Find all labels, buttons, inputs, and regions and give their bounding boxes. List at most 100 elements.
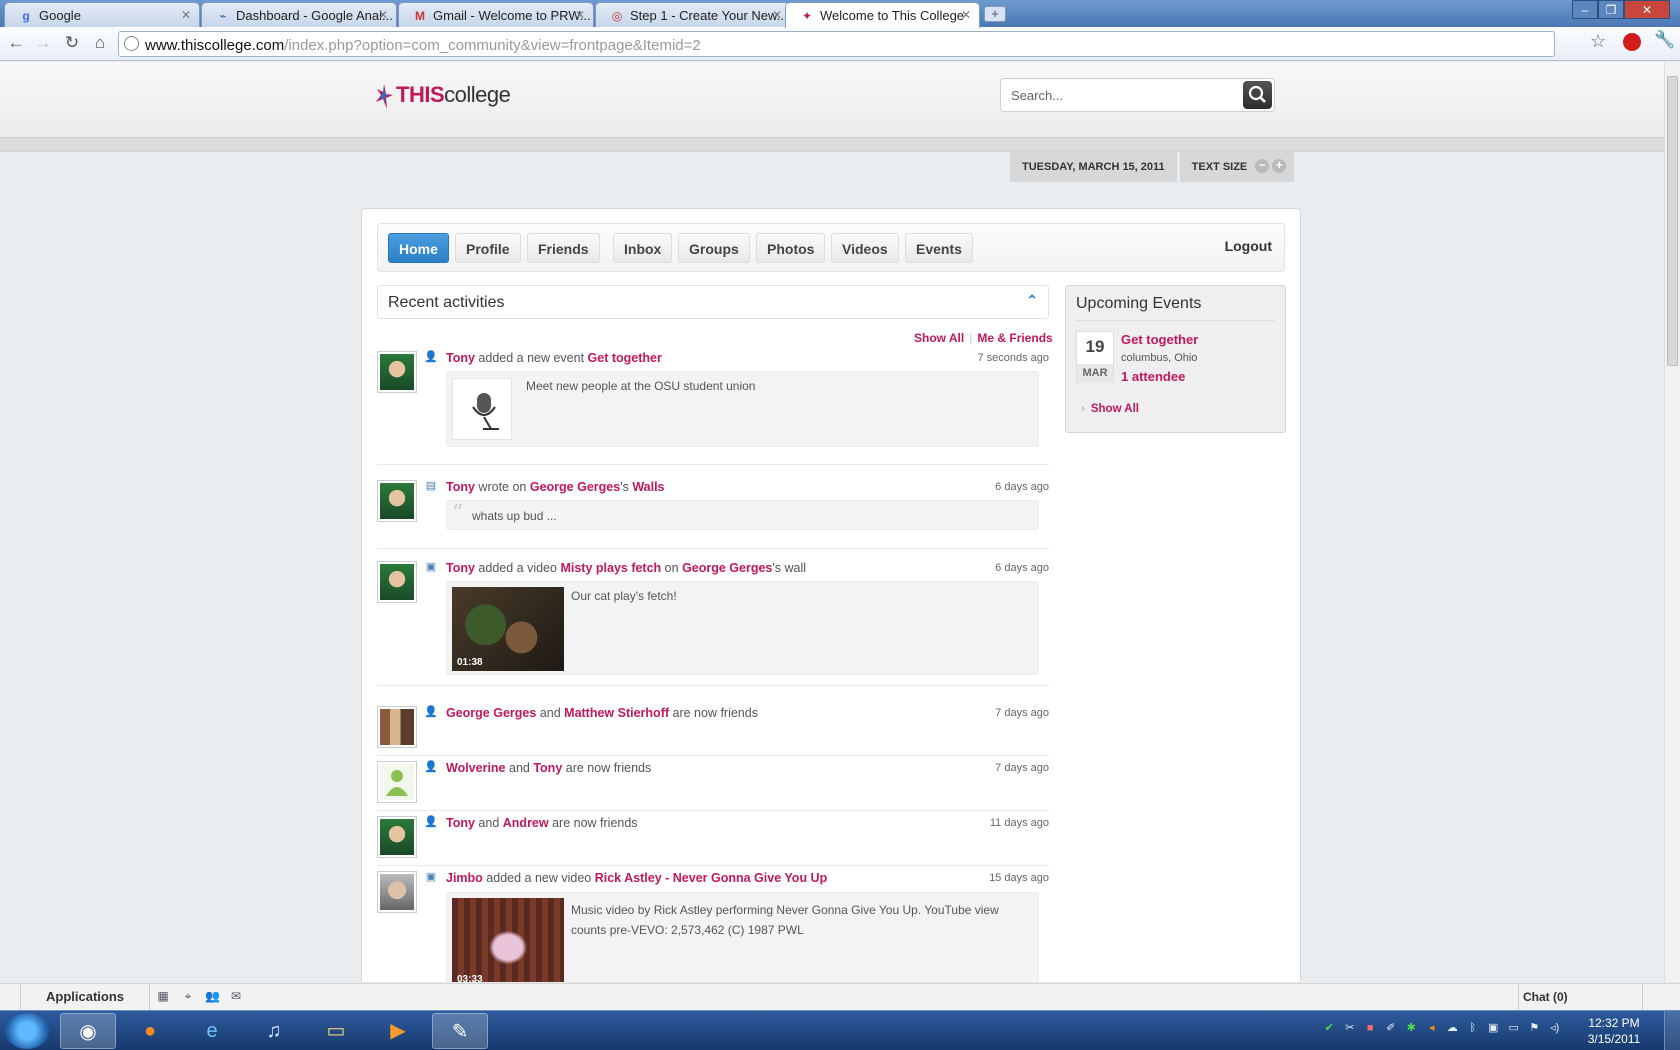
video-thumbnail[interactable]: 01:38 xyxy=(452,587,564,671)
event-thumbnail[interactable] xyxy=(452,378,512,440)
video-thumbnail[interactable]: 03:33 xyxy=(452,898,564,982)
analytics-favicon-icon: ⌁ xyxy=(219,9,227,23)
network-icon[interactable]: ▭ xyxy=(1507,1021,1522,1036)
action-center-flag-icon[interactable]: ⚑ xyxy=(1527,1021,1542,1036)
avatar[interactable] xyxy=(377,480,417,522)
back-arrow-icon[interactable]: ← xyxy=(6,33,26,53)
tab-videos[interactable]: Videos xyxy=(831,233,899,263)
target-link[interactable]: Walls xyxy=(632,480,664,494)
bookmark-star-icon[interactable]: ☆ xyxy=(1590,31,1606,52)
tab-home[interactable]: Home xyxy=(388,233,449,263)
tab-photos[interactable]: Photos xyxy=(756,233,826,263)
close-tab-icon[interactable]: ✕ xyxy=(575,8,585,22)
maximize-window-button[interactable]: ❐ xyxy=(1598,0,1624,19)
target-link[interactable]: Misty plays fetch xyxy=(560,561,661,575)
decrease-text-size-button[interactable]: − xyxy=(1255,159,1270,173)
extension-stop-icon[interactable] xyxy=(1623,33,1641,51)
wrench-icon[interactable]: 🔧 xyxy=(1654,30,1675,50)
search-button[interactable] xyxy=(1243,81,1272,109)
tab-profile[interactable]: Profile xyxy=(455,233,521,263)
show-desktop-button[interactable] xyxy=(1664,1011,1680,1050)
target-link[interactable]: Get together xyxy=(588,351,662,365)
events-show-all-link[interactable]: Show All xyxy=(1081,403,1139,415)
filter-me-and-friends-link[interactable]: Me & Friends xyxy=(977,331,1052,345)
bluetooth-icon[interactable]: ᛒ xyxy=(1466,1021,1481,1036)
target-link[interactable]: Rick Astley - Never Gonna Give You Up xyxy=(595,871,827,885)
target-link[interactable]: George Gerges xyxy=(530,480,620,494)
friends-icon[interactable]: 👥 xyxy=(205,990,220,1003)
mail-icon[interactable]: ✉ xyxy=(229,990,243,1003)
avatar[interactable] xyxy=(377,706,417,748)
tab-friends[interactable]: Friends xyxy=(527,233,600,263)
close-tab-icon[interactable]: ✕ xyxy=(378,8,388,22)
media-player-taskbar-icon[interactable]: ▶ xyxy=(370,1013,426,1049)
browser-tab-step1[interactable]: ◎ Step 1 - Create Your New... ✕ xyxy=(595,2,791,27)
tray-app-icon[interactable]: ■ xyxy=(1363,1021,1378,1036)
tray-volume-warning-icon[interactable]: ◂ xyxy=(1425,1021,1440,1036)
actor-link[interactable]: Tony xyxy=(446,561,475,575)
avatar[interactable] xyxy=(377,351,417,393)
tray-tool-icon[interactable]: ✂ xyxy=(1343,1021,1358,1036)
avatar[interactable] xyxy=(377,761,417,803)
event-attendees-link[interactable]: 1 attendee xyxy=(1121,369,1185,384)
close-tab-icon[interactable]: ✕ xyxy=(181,8,191,22)
paint-taskbar-icon[interactable]: ✎ xyxy=(432,1013,488,1049)
tray-cloud-icon[interactable]: ☁ xyxy=(1445,1021,1460,1036)
actor-link[interactable]: Tony xyxy=(446,816,475,830)
chrome-taskbar-icon[interactable]: ◉ xyxy=(60,1013,116,1049)
avatar[interactable] xyxy=(377,561,417,603)
scrollbar-thumb[interactable] xyxy=(1667,76,1678,366)
applications-button[interactable]: Applications xyxy=(20,984,150,1010)
system-clock[interactable]: 12:32 PM 3/15/2011 xyxy=(1574,1015,1654,1047)
browser-tab-analytics[interactable]: ⌁ Dashboard - Google Anal... ✕ xyxy=(201,2,397,27)
close-tab-icon[interactable]: ✕ xyxy=(961,8,971,22)
firefox-taskbar-icon[interactable]: ● xyxy=(122,1013,178,1049)
search-input[interactable] xyxy=(1002,80,1242,110)
event-title-link[interactable]: Get together xyxy=(1121,332,1198,347)
chevron-up-icon[interactable]: ⌃ xyxy=(1026,292,1038,309)
browser-tab-gmail[interactable]: M Gmail - Welcome to PRW... ✕ xyxy=(398,2,594,27)
itunes-taskbar-icon[interactable]: ♫ xyxy=(246,1013,302,1049)
browser-tab-thiscollege[interactable]: ✦ Welcome to This College ✕ xyxy=(785,2,980,28)
home-icon[interactable]: ⌂ xyxy=(90,33,110,53)
avatar[interactable] xyxy=(377,816,417,858)
new-tab-button[interactable]: + xyxy=(984,6,1006,22)
avatar[interactable] xyxy=(377,871,417,913)
reload-icon[interactable]: ↻ xyxy=(62,33,82,53)
close-window-button[interactable]: ✕ xyxy=(1624,0,1670,19)
start-button[interactable] xyxy=(5,1013,49,1049)
tray-status-icon[interactable]: ✔ xyxy=(1322,1021,1337,1036)
forward-arrow-icon[interactable]: → xyxy=(33,33,53,53)
tab-groups[interactable]: Groups xyxy=(678,233,750,263)
tab-events[interactable]: Events xyxy=(905,233,973,263)
actor-link[interactable]: Wolverine xyxy=(446,761,506,775)
tray-pen-icon[interactable]: ✐ xyxy=(1384,1021,1399,1036)
actor-link[interactable]: Tony xyxy=(446,480,475,494)
close-tab-icon[interactable]: ✕ xyxy=(772,8,782,22)
actor-link[interactable]: George Gerges xyxy=(446,706,536,720)
logout-link[interactable]: Logout xyxy=(1225,238,1272,254)
increase-text-size-button[interactable]: + xyxy=(1272,159,1287,173)
filter-show-all-link[interactable]: Show All xyxy=(914,331,964,345)
target-link[interactable]: Tony xyxy=(533,761,562,775)
notifications-icon[interactable]: ▦ xyxy=(156,990,170,1003)
explorer-folder-taskbar-icon[interactable]: ▭ xyxy=(308,1013,364,1049)
tray-security-icon[interactable]: ✱ xyxy=(1404,1021,1419,1036)
tray-device-icon[interactable]: ▣ xyxy=(1486,1021,1501,1036)
minimize-window-button[interactable]: – xyxy=(1572,0,1598,19)
activity-suffix: are now friends xyxy=(552,816,638,830)
actor-link[interactable]: Jimbo xyxy=(446,871,483,885)
globe-icon[interactable]: ⌖ xyxy=(181,990,195,1003)
speaker-icon[interactable]: ◃) xyxy=(1548,1021,1563,1036)
page-scrollbar[interactable] xyxy=(1664,62,1680,982)
actor-link[interactable]: Tony xyxy=(446,351,475,365)
target-link[interactable]: George Gerges xyxy=(682,561,772,575)
target-link[interactable]: Matthew Stierhoff xyxy=(564,706,669,720)
address-bar[interactable]: www.thiscollege.com/index.php?option=com… xyxy=(118,31,1555,57)
chat-button[interactable]: Chat (0) xyxy=(1518,984,1643,1010)
browser-tab-google[interactable]: g Google ✕ xyxy=(4,2,200,27)
tab-inbox[interactable]: Inbox xyxy=(613,233,673,263)
site-logo[interactable]: THIScollege xyxy=(374,82,511,114)
target-link[interactable]: Andrew xyxy=(503,816,549,830)
internet-explorer-taskbar-icon[interactable]: e xyxy=(184,1013,240,1049)
